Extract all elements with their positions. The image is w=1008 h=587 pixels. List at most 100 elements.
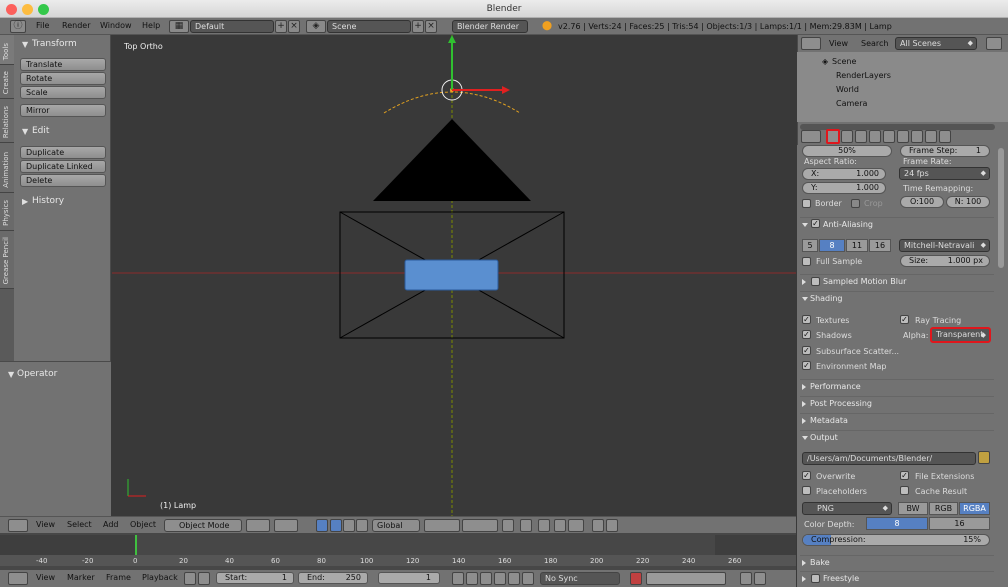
file-format-dropdown[interactable]: PNG ◆	[802, 502, 892, 515]
snap-icon[interactable]	[554, 519, 566, 532]
menu-object[interactable]: Object	[130, 520, 156, 532]
aa-16-button[interactable]: 16	[869, 239, 891, 252]
constraints-tab-icon[interactable]	[897, 130, 909, 143]
remap-old-field[interactable]: O:100	[900, 196, 944, 208]
lock-range-icon[interactable]	[198, 572, 210, 585]
aa-filter-dropdown[interactable]: Mitchell-Netravali ◆	[899, 239, 990, 252]
env-map-checkbox[interactable]: ✓	[802, 361, 811, 370]
scale-manip-icon[interactable]	[356, 519, 368, 532]
delete-screen-icon[interactable]: ×	[288, 20, 300, 33]
scene-icon[interactable]: ◈	[306, 20, 326, 33]
mode-dropdown[interactable]: Object Mode	[164, 519, 242, 532]
menu-window[interactable]: Window	[100, 21, 132, 30]
render-engine-dropdown[interactable]: Blender Render	[452, 20, 528, 33]
edit-panel-header[interactable]: Edit	[32, 126, 49, 136]
editor-type-icon[interactable]: ⓘ	[10, 20, 26, 33]
jump-end-icon[interactable]	[522, 572, 534, 585]
texture-tab-icon[interactable]	[925, 130, 937, 143]
keying-set-field[interactable]	[646, 572, 726, 585]
expand-arrow-icon[interactable]: ▼	[8, 370, 14, 379]
render-preview-icon[interactable]	[520, 519, 532, 532]
aa-5-button[interactable]: 5	[802, 239, 818, 252]
sync-icon[interactable]	[184, 572, 196, 585]
outliner-item-renderlayers[interactable]: RenderLayers	[836, 71, 891, 80]
delete-key-icon[interactable]	[754, 572, 766, 585]
placeholders-checkbox[interactable]	[802, 486, 811, 495]
expand-arrow-icon[interactable]: ▼	[22, 127, 28, 136]
outliner-item-camera[interactable]: Camera	[836, 99, 867, 108]
outliner-menu-search[interactable]: Search	[861, 39, 888, 51]
outliner-editor-type-icon[interactable]	[801, 37, 821, 50]
manipulator-icon[interactable]	[316, 519, 328, 532]
depth-8-button[interactable]: 8	[866, 517, 928, 530]
motion-blur-checkbox[interactable]	[811, 277, 820, 286]
current-frame-marker[interactable]	[135, 535, 137, 555]
tab-grease-pencil[interactable]: Grease Pencil	[0, 231, 14, 289]
sampled-motion-blur-section[interactable]: Sampled Motion Blur	[800, 274, 994, 288]
shading-icon[interactable]	[246, 519, 270, 532]
file-extensions-checkbox[interactable]: ✓	[900, 471, 909, 480]
subsurface-checkbox[interactable]: ✓	[802, 346, 811, 355]
aspect-y-field[interactable]: Y: 1.000	[802, 182, 886, 194]
render-layers-tab-icon[interactable]	[841, 130, 853, 143]
menu-select[interactable]: Select	[67, 520, 92, 532]
outliner-filter-dropdown[interactable]: All Scenes ◆	[895, 37, 977, 50]
aa-11-button[interactable]: 11	[846, 239, 868, 252]
translate-manip-icon[interactable]	[330, 519, 342, 532]
lock-icon[interactable]	[502, 519, 514, 532]
delete-button[interactable]: Delete	[20, 174, 106, 187]
outliner-search-icon[interactable]	[986, 37, 1002, 50]
color-rgb-button[interactable]: RGB	[929, 502, 958, 515]
freestyle-checkbox[interactable]	[811, 574, 820, 583]
menu-frame[interactable]: Frame	[106, 573, 131, 585]
history-panel-header[interactable]: History	[32, 196, 64, 206]
frame-percentage-field[interactable]: 50%	[802, 145, 892, 157]
tab-animation[interactable]: Animation	[0, 143, 14, 193]
rotate-manip-icon[interactable]	[343, 519, 355, 532]
orientation-dropdown[interactable]: Global	[372, 519, 420, 532]
start-frame-field[interactable]: Start: 1	[216, 572, 294, 584]
anti-aliasing-section[interactable]: Anti-Aliasing	[800, 217, 994, 231]
depth-16-button[interactable]: 16	[929, 517, 990, 530]
properties-scrollbar[interactable]	[998, 148, 1004, 268]
tab-tools[interactable]: Tools	[0, 35, 14, 65]
screen-layout-icon[interactable]: ▦	[169, 20, 189, 33]
layers-a-icon[interactable]	[424, 519, 460, 532]
minimize-window-button[interactable]	[22, 4, 33, 15]
render-tab-icon[interactable]	[826, 129, 840, 144]
properties-editor-type-icon[interactable]	[801, 130, 821, 143]
frame-rate-dropdown[interactable]: 24 fps ◆	[899, 167, 990, 180]
add-screen-icon[interactable]: +	[275, 20, 287, 33]
scale-button[interactable]: Scale	[20, 86, 106, 99]
scene-tab-icon[interactable]	[855, 130, 867, 143]
layers-b-icon[interactable]	[462, 519, 498, 532]
textures-checkbox[interactable]: ✓	[802, 315, 811, 324]
editor-type-icon[interactable]	[8, 519, 28, 532]
menu-help[interactable]: Help	[142, 21, 160, 30]
end-frame-field[interactable]: End: 250	[298, 572, 368, 584]
post-processing-section[interactable]: Post Processing	[800, 396, 994, 410]
object-tab-icon[interactable]	[883, 130, 895, 143]
insert-key-icon[interactable]	[740, 572, 752, 585]
menu-file[interactable]: File	[36, 21, 49, 30]
scene-field[interactable]: Scene	[327, 20, 411, 33]
metadata-section[interactable]: Metadata	[800, 413, 994, 427]
tab-create[interactable]: Create	[0, 65, 14, 99]
add-scene-icon[interactable]: +	[412, 20, 424, 33]
crop-checkbox[interactable]	[851, 199, 860, 208]
opengl-anim-icon[interactable]	[606, 519, 618, 532]
ray-tracing-checkbox[interactable]: ✓	[900, 315, 909, 324]
outliner-item-scene[interactable]: Scene	[822, 57, 856, 66]
physics-tab-icon[interactable]	[939, 130, 951, 143]
freestyle-section[interactable]: Freestyle	[800, 571, 994, 585]
menu-add[interactable]: Add	[103, 520, 119, 532]
alpha-dropdown[interactable]: Transparent ◆	[930, 327, 991, 343]
output-section[interactable]: Output	[800, 430, 994, 444]
menu-view[interactable]: View	[36, 573, 55, 585]
color-rgba-button[interactable]: RGBA	[959, 502, 990, 515]
next-keyframe-icon[interactable]	[508, 572, 520, 585]
menu-render[interactable]: Render	[62, 21, 90, 30]
delete-scene-icon[interactable]: ×	[425, 20, 437, 33]
3d-viewport[interactable]: Top Ortho (1) Lamp	[112, 35, 796, 516]
overwrite-checkbox[interactable]: ✓	[802, 471, 811, 480]
